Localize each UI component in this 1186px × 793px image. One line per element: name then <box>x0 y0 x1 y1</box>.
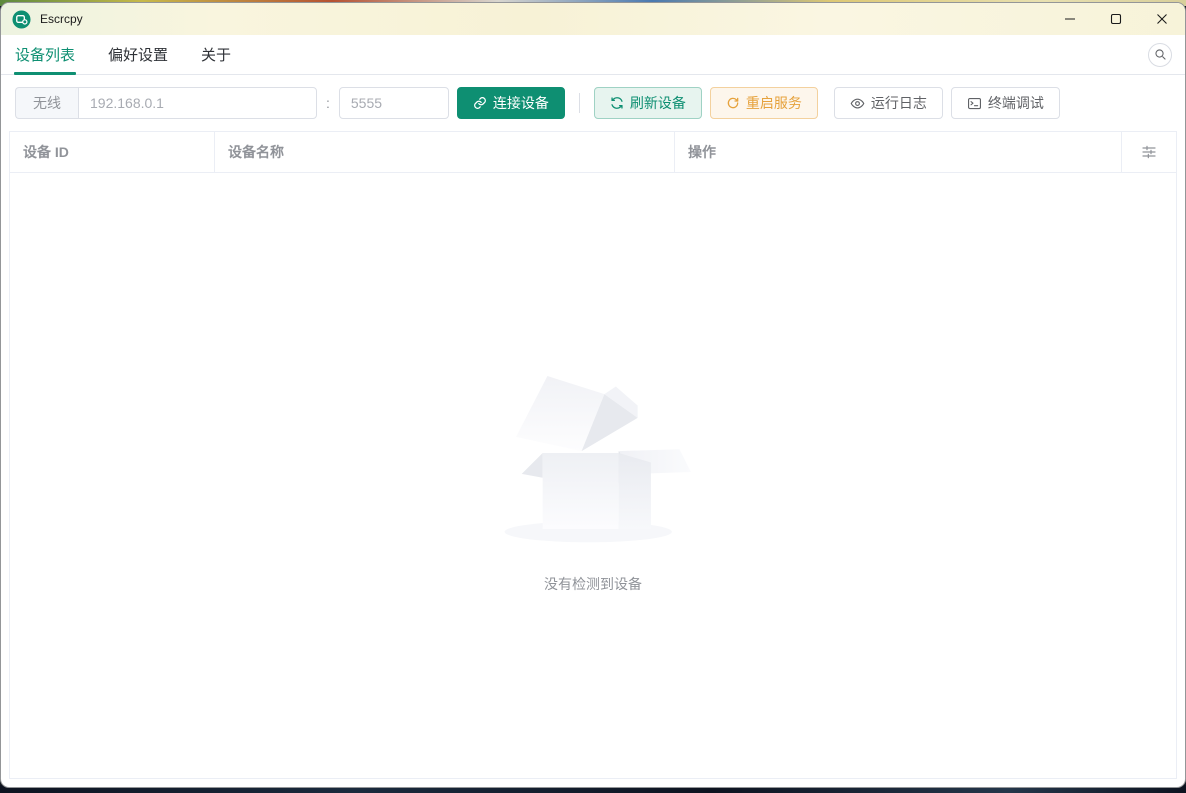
tab-label: 偏好设置 <box>108 47 169 64</box>
column-header-device-id: 设备 ID <box>10 132 215 172</box>
device-table: 设备 ID 设备名称 操作 没有检测到设备 <box>9 131 1177 779</box>
tab-device-list[interactable]: 设备列表 <box>14 35 77 75</box>
button-label: 刷新设备 <box>629 95 686 111</box>
ip-address-input[interactable] <box>78 87 317 119</box>
port-separator: : <box>326 95 330 111</box>
button-label: 重启服务 <box>745 95 802 111</box>
column-header-actions: 操作 <box>675 132 1122 172</box>
window-controls <box>1047 3 1185 35</box>
tab-about[interactable]: 关于 <box>200 35 232 74</box>
toolbar-divider <box>578 93 580 113</box>
app-window: Escrcpy 设备列表 偏好设置 关于 无线 192.168.0.1: 55… <box>0 2 1186 788</box>
refresh-icon <box>610 96 624 110</box>
search-icon <box>1154 48 1167 61</box>
run-logs-button[interactable]: 运行日志 <box>833 87 943 119</box>
close-button[interactable] <box>1139 3 1185 35</box>
tab-label: 设备列表 <box>15 47 76 64</box>
titlebar: Escrcpy <box>1 3 1185 35</box>
wireless-address-group: 无线 <box>15 87 317 119</box>
app-logo-icon <box>12 9 31 29</box>
tabbar: 设备列表 偏好设置 关于 <box>1 35 1185 75</box>
restart-service-button[interactable]: 重启服务 <box>709 87 818 119</box>
button-label: 终端调试 <box>987 95 1044 111</box>
wireless-label: 无线 <box>15 87 78 119</box>
terminal-debug-button[interactable]: 终端调试 <box>950 87 1060 119</box>
button-label: 运行日志 <box>870 95 927 111</box>
eye-icon <box>850 96 865 111</box>
refresh-right-icon <box>726 96 740 110</box>
window-title: Escrcpy <box>40 12 83 26</box>
link-icon <box>473 96 487 110</box>
button-label: 连接设备 <box>492 95 549 111</box>
table-body-empty-state: 没有检测到设备 <box>10 173 1176 778</box>
column-settings-button[interactable] <box>1122 132 1176 172</box>
minimize-button[interactable] <box>1047 3 1093 35</box>
sliders-icon <box>1141 144 1157 160</box>
column-header-device-name: 设备名称 <box>215 132 675 172</box>
table-header: 设备 ID 设备名称 操作 <box>10 132 1176 173</box>
connect-device-button[interactable]: 连接设备 <box>456 87 565 119</box>
search-button[interactable] <box>1148 42 1172 67</box>
toolbar: 无线 : 连接设备 刷新设备 <box>15 87 1171 119</box>
empty-state-text: 没有检测到设备 <box>544 575 642 592</box>
tab-preferences[interactable]: 偏好设置 <box>107 35 169 74</box>
tab-label: 关于 <box>201 47 232 64</box>
terminal-icon <box>967 96 982 111</box>
port-input[interactable] <box>338 87 449 119</box>
empty-box-illustration <box>493 358 693 548</box>
maximize-button[interactable] <box>1093 3 1139 35</box>
refresh-devices-button[interactable]: 刷新设备 <box>593 87 702 119</box>
